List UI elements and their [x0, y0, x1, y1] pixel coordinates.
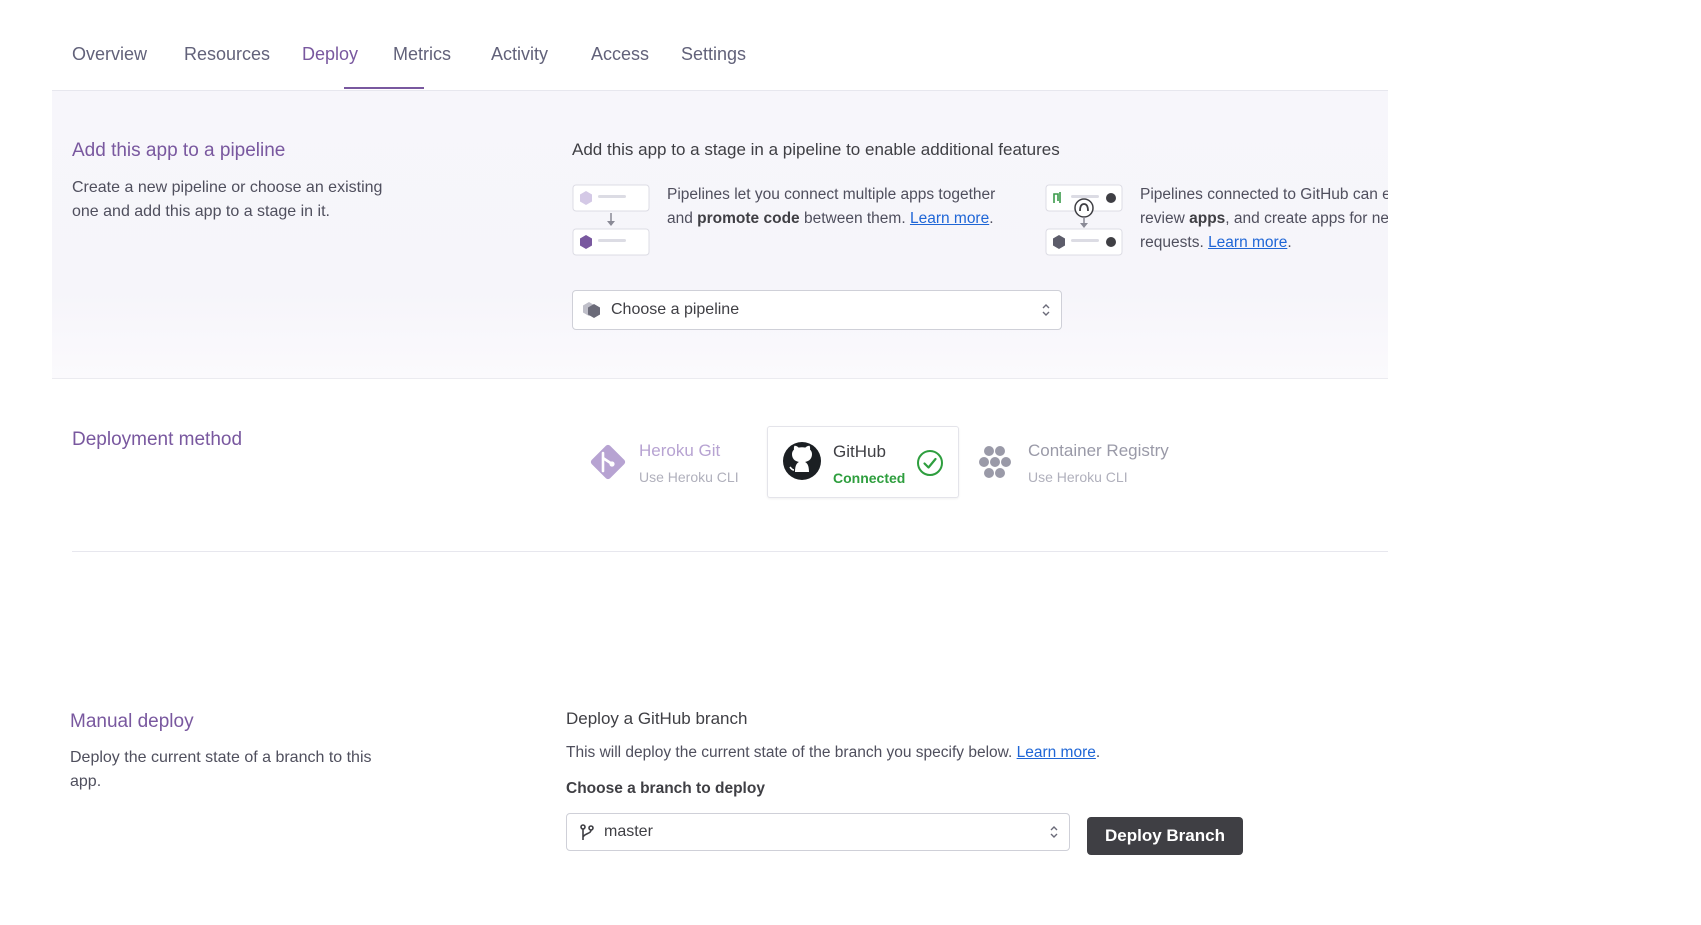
chevron-up-down-icon: [1042, 304, 1050, 316]
deploy-branch-button[interactable]: Deploy Branch: [1087, 817, 1243, 855]
tab-metrics[interactable]: Metrics: [393, 44, 451, 65]
tab-activity[interactable]: Activity: [491, 44, 548, 65]
container-registry-sublabel: Use Heroku CLI: [1028, 469, 1128, 485]
pipeline-promote-icon: [572, 184, 650, 256]
tab-settings[interactable]: Settings: [681, 44, 746, 65]
choose-pipeline-placeholder: Choose a pipeline: [611, 301, 740, 318]
tab-overview[interactable]: Overview: [72, 44, 147, 65]
container-registry-label: Container Registry: [1028, 441, 1169, 460]
manual-deploy-title: Manual deploy: [70, 711, 194, 732]
section-divider: [72, 551, 1388, 552]
pipeline-github-illustration: [1045, 184, 1123, 256]
deploy-branch-heading: Deploy a GitHub branch: [566, 709, 748, 728]
manual-deploy-description: Deploy the current state of a branch to …: [70, 749, 372, 790]
pipeline-github-learn-more-link[interactable]: Learn more: [1208, 234, 1287, 251]
heroku-git-label: Heroku Git: [639, 441, 721, 460]
tab-access[interactable]: Access: [591, 44, 649, 65]
heroku-git-icon: [590, 444, 626, 480]
github-connected-status: Connected: [833, 470, 906, 486]
heroku-git-sublabel: Use Heroku CLI: [639, 469, 739, 485]
branch-select-label: Choose a branch to deploy: [566, 780, 765, 797]
pipeline-section-title: Add this app to a pipeline: [72, 140, 286, 161]
pipeline-feature-github-text: Pipelines connected to GitHub can enable…: [1140, 186, 1388, 251]
pipeline-features-heading: Add this app to a stage in a pipeline to…: [572, 140, 1060, 159]
deployment-method-title: Deployment method: [72, 429, 243, 450]
pipeline-promote-illustration: [572, 184, 650, 256]
tab-deploy[interactable]: Deploy: [302, 44, 358, 65]
pipeline-feature-promote-text: Pipelines let you connect multiple apps …: [667, 186, 996, 227]
app-tabs: Overview Resources Deploy Metrics Activi…: [52, 0, 1388, 91]
choose-pipeline-select[interactable]: Choose a pipeline: [572, 290, 1062, 330]
pipeline-github-review-icon: [1045, 184, 1123, 256]
deploy-branch-info: This will deploy the current state of th…: [566, 744, 1101, 761]
pipeline-section-description: Create a new pipeline or choose an exist…: [72, 179, 383, 220]
chevron-up-down-icon: [1050, 826, 1058, 838]
github-icon: [783, 442, 821, 480]
method-heroku-git[interactable]: Heroku Git Use Heroku CLI: [579, 426, 749, 498]
check-circle-icon: [917, 450, 943, 476]
method-container-registry[interactable]: Container Registry Use Heroku CLI: [976, 426, 1186, 498]
git-branch-icon: [580, 824, 594, 840]
branch-select[interactable]: master: [566, 813, 1070, 851]
manual-deploy-learn-more-link[interactable]: Learn more: [1017, 744, 1096, 761]
pipeline-icon: [583, 302, 600, 318]
method-github[interactable]: GitHub Connected: [767, 426, 959, 498]
tab-resources[interactable]: Resources: [184, 44, 270, 65]
branch-select-value: master: [604, 823, 653, 840]
github-label: GitHub: [833, 442, 886, 461]
pipeline-section: Add this app to a pipeline Create a new …: [52, 91, 1388, 379]
pipeline-learn-more-link[interactable]: Learn more: [910, 210, 989, 227]
container-registry-icon: [979, 446, 1011, 478]
active-tab-indicator: [344, 87, 424, 89]
